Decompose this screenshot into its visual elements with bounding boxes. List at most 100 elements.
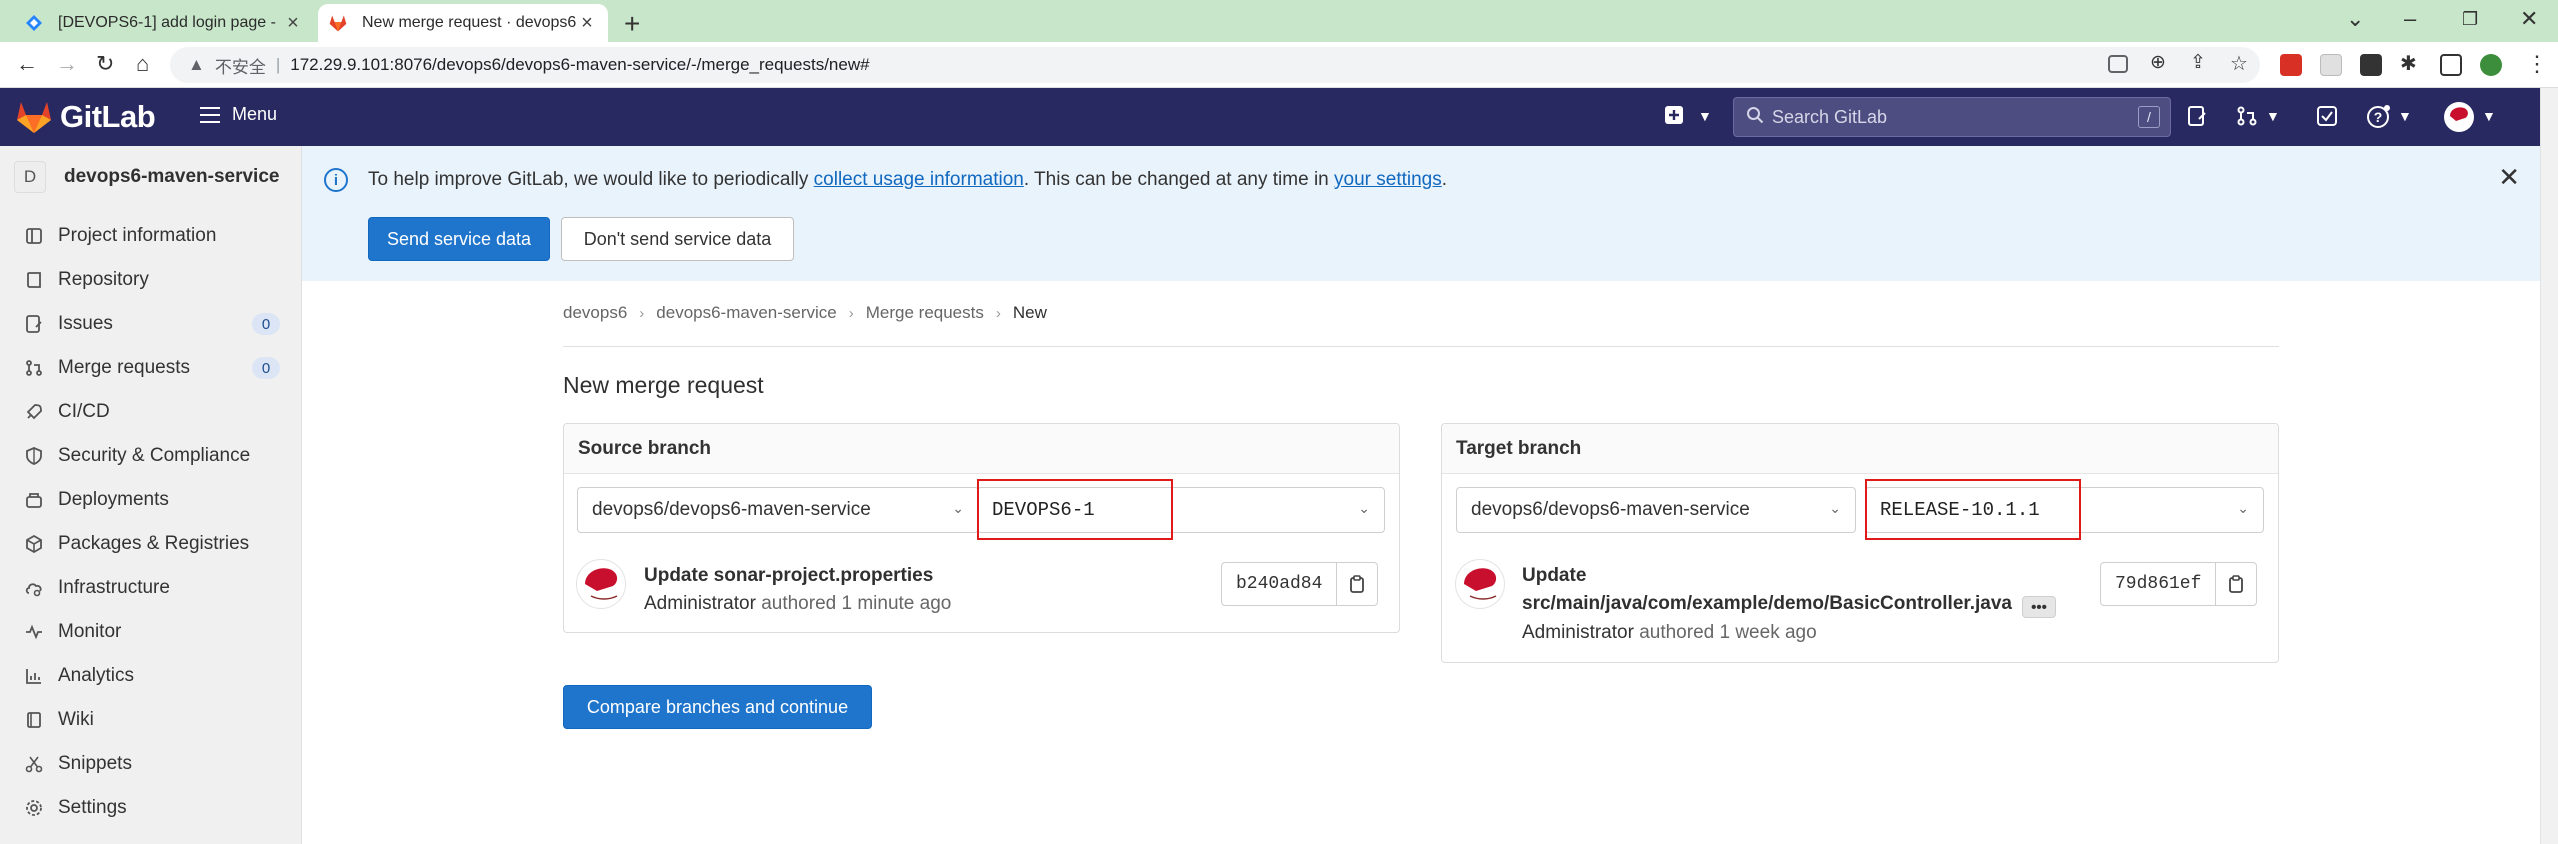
- sidebar-project-header[interactable]: D devops6-maven-service: [0, 146, 302, 208]
- source-commit-title[interactable]: Update sonar-project.properties: [644, 565, 933, 587]
- rocket-icon: [24, 402, 44, 422]
- sidebar-item-issues[interactable]: Issues 0: [0, 302, 302, 346]
- help-icon[interactable]: ?: [2366, 105, 2390, 135]
- new-tab-icon[interactable]: +: [624, 8, 640, 40]
- sidebar-item-label: Infrastructure: [58, 577, 170, 598]
- search-placeholder: Search GitLab: [1772, 106, 1888, 127]
- extensions-puzzle-icon[interactable]: ✱: [2400, 51, 2417, 76]
- dont-send-service-data-button[interactable]: Don't send service data: [561, 217, 794, 261]
- breadcrumb-current: New: [1012, 303, 1047, 322]
- highlight-box: [1865, 479, 2081, 540]
- close-tab-icon[interactable]: ×: [576, 12, 598, 35]
- breadcrumb-link[interactable]: devops6: [563, 303, 627, 323]
- expand-commit-message-button[interactable]: •••: [2022, 596, 2056, 618]
- info-icon: i: [324, 168, 348, 192]
- browser-tab-gitlab[interactable]: New merge request · devops6 ×: [318, 4, 608, 42]
- menu-button[interactable]: Menu: [200, 104, 277, 125]
- reload-icon[interactable]: ↻: [96, 51, 114, 77]
- sidebar-item-label: Security & Compliance: [58, 445, 251, 466]
- profile-avatar-icon[interactable]: [2480, 54, 2502, 76]
- extension-red-icon[interactable]: [2280, 54, 2302, 76]
- sidebar-item-settings[interactable]: Settings: [0, 786, 302, 830]
- breadcrumb-link[interactable]: Merge requests: [866, 303, 984, 323]
- sidebar-item-snippets[interactable]: Snippets: [0, 742, 302, 786]
- gitlab-home-link[interactable]: GitLab: [16, 99, 156, 135]
- create-new-icon[interactable]: [1664, 105, 1684, 131]
- sidebar-item-ci-cd[interactable]: CI/CD: [0, 390, 302, 434]
- tab-search-chevron-icon[interactable]: ⌄: [2346, 6, 2364, 32]
- url-separator: |: [275, 55, 281, 74]
- bookmark-star-icon[interactable]: ☆: [2230, 51, 2248, 76]
- send-service-data-button[interactable]: Send service data: [368, 217, 550, 261]
- commit-sha-link[interactable]: 79d861ef: [2101, 563, 2217, 605]
- sidebar-item-analytics[interactable]: Analytics: [0, 654, 302, 698]
- commit-sha-link[interactable]: b240ad84: [1222, 563, 1338, 605]
- collect-usage-link[interactable]: collect usage information: [814, 169, 1024, 190]
- share-icon[interactable]: ⇪: [2190, 51, 2206, 74]
- sidebar-item-label: Repository: [58, 269, 149, 290]
- forward-icon[interactable]: →: [56, 51, 78, 77]
- your-settings-link[interactable]: your settings: [1334, 169, 1442, 190]
- window-close-icon[interactable]: ✕: [2520, 6, 2538, 32]
- search-input[interactable]: Search GitLab /: [1733, 97, 2171, 137]
- target-project-dropdown[interactable]: devops6/devops6-maven-service ⌄: [1456, 487, 1856, 533]
- commit-author[interactable]: Administrator: [644, 593, 756, 614]
- url-field[interactable]: ▲ 不安全 | 172.29.9.101:8076/devops6/devops…: [170, 47, 2260, 83]
- sidebar-item-packages-registries[interactable]: Packages & Registries: [0, 522, 302, 566]
- sidebar-item-infrastructure[interactable]: Infrastructure: [0, 566, 302, 610]
- commit-author-avatar: [576, 559, 626, 609]
- compare-branches-button[interactable]: Compare branches and continue: [563, 685, 872, 729]
- sidebar-item-security-compliance[interactable]: Security & Compliance: [0, 434, 302, 478]
- extension-dark-icon[interactable]: [2360, 54, 2382, 76]
- todo-icon[interactable]: [2316, 105, 2338, 133]
- back-icon[interactable]: ←: [16, 51, 38, 77]
- copy-icon[interactable]: [2216, 563, 2256, 605]
- alert-text: . This can be changed at any time in: [1023, 169, 1335, 190]
- browser-menu-icon[interactable]: ⋮: [2526, 51, 2548, 77]
- translate-icon[interactable]: [2108, 55, 2128, 73]
- sidebar-item-deployments[interactable]: Deployments: [0, 478, 302, 522]
- chevron-down-icon[interactable]: ▼: [2482, 108, 2496, 124]
- home-icon[interactable]: ⌂: [136, 51, 149, 77]
- target-commit-title[interactable]: Update: [1522, 565, 1586, 587]
- zoom-icon[interactable]: ⊕: [2150, 51, 2166, 74]
- browser-tab-jira[interactable]: [DEVOPS6-1] add login page - ×: [14, 4, 314, 42]
- sidebar-item-wiki[interactable]: Wiki: [0, 698, 302, 742]
- shield-icon: [24, 446, 44, 466]
- source-branch-heading: Source branch: [564, 424, 1399, 474]
- restore-icon[interactable]: ❐: [2462, 9, 2478, 30]
- target-commit-meta: Administrator authored 1 week ago: [1522, 622, 1817, 644]
- user-avatar[interactable]: [2444, 102, 2474, 132]
- issues-icon[interactable]: [2186, 105, 2208, 133]
- extension-gray-icon[interactable]: [2320, 54, 2342, 76]
- menu-label: Menu: [232, 104, 278, 124]
- alert-text: To help improve GitLab, we would like to…: [368, 169, 814, 190]
- jira-icon: [24, 13, 44, 33]
- commit-author[interactable]: Administrator: [1522, 622, 1634, 643]
- close-icon[interactable]: ✕: [2498, 162, 2520, 193]
- close-tab-icon[interactable]: ×: [282, 12, 304, 35]
- side-panel-icon[interactable]: [2440, 54, 2462, 76]
- source-project-dropdown[interactable]: devops6/devops6-maven-service ⌄: [577, 487, 979, 533]
- deployments-icon: [24, 490, 44, 510]
- merge-requests-count-badge: 0: [252, 357, 280, 379]
- page-scrollbar[interactable]: [2540, 88, 2558, 844]
- sidebar-item-repository[interactable]: Repository: [0, 258, 302, 302]
- package-icon: [24, 534, 44, 554]
- sidebar-item-label: Analytics: [58, 665, 135, 686]
- minimize-icon[interactable]: –: [2404, 6, 2416, 32]
- scissors-icon: [24, 754, 44, 774]
- cloud-gear-icon: [24, 578, 44, 598]
- chevron-down-icon[interactable]: ▼: [1698, 108, 1712, 124]
- merge-requests-icon[interactable]: [2236, 105, 2258, 133]
- chevron-down-icon[interactable]: ▼: [2398, 108, 2412, 124]
- breadcrumb-link[interactable]: devops6-maven-service: [656, 303, 836, 323]
- chevron-down-icon[interactable]: ▼: [2266, 108, 2280, 124]
- target-commit-path[interactable]: src/main/java/com/example/demo/BasicCont…: [1522, 593, 2012, 615]
- issues-count-badge: 0: [252, 313, 280, 335]
- sidebar-item-monitor[interactable]: Monitor: [0, 610, 302, 654]
- copy-icon[interactable]: [1337, 563, 1377, 605]
- sidebar-item-label: Settings: [58, 797, 127, 818]
- sidebar-item-merge-requests[interactable]: Merge requests 0: [0, 346, 302, 390]
- sidebar-item-project-information[interactable]: Project information: [0, 214, 302, 258]
